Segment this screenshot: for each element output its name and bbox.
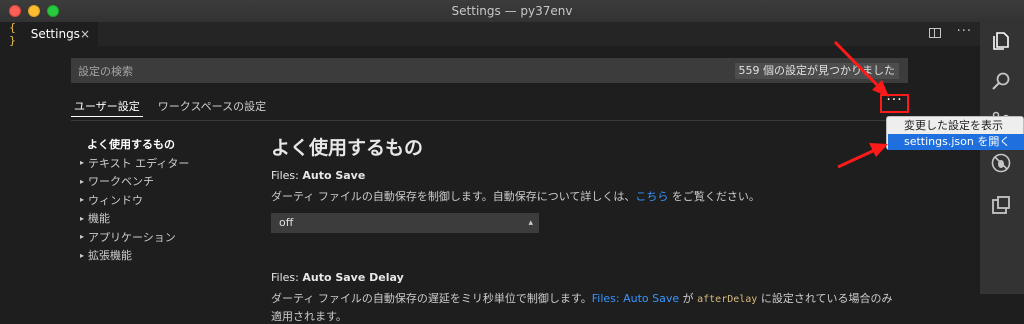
menu-item-show-modified[interactable]: 変更した設定を表示: [888, 118, 1024, 134]
toc-item-window[interactable]: ▸ ウィンドウ: [80, 191, 189, 210]
setting-description-auto-save-delay: ダーティ ファイルの自動保存の遅延をミリ秒単位で制御します。Files: Aut…: [271, 290, 911, 306]
more-actions-icon[interactable]: ···: [957, 25, 972, 38]
editor-tab-bar: { } Settings × ···: [0, 21, 980, 47]
chevron-right-icon: ▸: [80, 158, 85, 168]
menu-item-open-settings-json[interactable]: settings.json を開く: [888, 134, 1024, 150]
debug-icon[interactable]: [990, 152, 1012, 174]
desc-text: ダーティ ファイルの自動保存を制御します。自動保存について詳しくは、: [271, 190, 636, 203]
editor-actions: ···: [928, 25, 972, 38]
settings-content: よく使用するもの Files: Auto Save ダーティ ファイルの自動保存…: [271, 133, 911, 324]
toc-item-label: アプリケーション: [88, 230, 176, 244]
chevron-right-icon: ▸: [80, 250, 85, 260]
search-input[interactable]: [78, 63, 678, 79]
toc-item-label: 機能: [88, 212, 110, 226]
toc-item-text-editor[interactable]: ▸ テキスト エディター: [80, 154, 189, 173]
setting-category: Files:: [271, 271, 303, 284]
result-count-badge: 559 個の設定が見つかりました: [734, 63, 899, 79]
tab-settings[interactable]: { } Settings ×: [0, 21, 98, 47]
title-bar: Settings — py37env: [0, 0, 1024, 23]
split-editor-icon[interactable]: [928, 28, 941, 38]
section-title: よく使用するもの: [271, 137, 424, 159]
chevron-right-icon: ▸: [80, 195, 85, 205]
settings-scope-tabs: ユーザー設定 ワークスペースの設定: [71, 98, 269, 118]
code-value: afterDelay: [697, 294, 758, 305]
toc-item-label: ワークベンチ: [88, 175, 154, 189]
toc-item-application[interactable]: ▸ アプリケーション: [80, 228, 189, 247]
setting-title-auto-save: Files: Auto Save: [271, 169, 911, 182]
more-actions-button[interactable]: ···: [880, 93, 909, 113]
activity-bar: [980, 22, 1024, 294]
more-actions-menu: 変更した設定を表示 settings.json を開く: [886, 116, 1024, 150]
extensions-icon[interactable]: [990, 194, 1012, 216]
chevron-right-icon: ▸: [80, 176, 85, 186]
tab-label: Settings: [30, 27, 80, 41]
toc-item-label: よく使用するもの: [87, 138, 175, 152]
toc-item-features[interactable]: ▸ 機能: [80, 209, 189, 228]
setting-name: Auto Save: [302, 169, 366, 182]
setting-description-line2: 適用されます。: [271, 310, 347, 323]
toc-item-label: テキスト エディター: [88, 156, 190, 170]
chevron-right-icon: ▸: [80, 232, 85, 242]
settings-toc: よく使用するもの ▸ テキスト エディター ▸ ワークベンチ ▸ ウィンドウ ▸…: [80, 135, 189, 265]
tab-user-settings[interactable]: ユーザー設定: [71, 98, 143, 117]
json-file-icon: { }: [9, 21, 16, 47]
toc-item-workbench[interactable]: ▸ ワークベンチ: [80, 172, 189, 191]
setting-title-auto-save-delay: Files: Auto Save Delay: [271, 271, 911, 284]
tab-close-icon[interactable]: ×: [80, 27, 90, 41]
explorer-icon[interactable]: [990, 30, 1012, 52]
settings-search: 559 個の設定が見つかりました: [71, 58, 908, 83]
select-value: off: [279, 216, 294, 229]
tab-workspace-settings[interactable]: ワークスペースの設定: [155, 98, 269, 116]
window-title: Settings — py37env: [451, 4, 573, 18]
toc-item-label: ウィンドウ: [88, 193, 143, 207]
toc-item-extensions[interactable]: ▸ 拡張機能: [80, 246, 189, 265]
header-divider: [71, 120, 909, 121]
chevron-right-icon: ▸: [80, 213, 85, 223]
learn-more-link[interactable]: こちら: [635, 190, 668, 203]
updown-chevron-icon: ▴: [528, 218, 533, 228]
auto-save-select[interactable]: off ▴: [271, 213, 539, 233]
toc-item-commonly-used[interactable]: よく使用するもの: [87, 135, 189, 154]
setting-description-auto-save: ダーティ ファイルの自動保存を制御します。自動保存について詳しくは、こちら をご…: [271, 188, 911, 204]
setting-category: Files:: [271, 169, 303, 182]
desc-text: をご覧ください。: [668, 190, 760, 203]
search-icon[interactable]: [990, 70, 1012, 92]
toc-item-label: 拡張機能: [88, 249, 132, 263]
setting-name: Auto Save Delay: [302, 271, 404, 284]
